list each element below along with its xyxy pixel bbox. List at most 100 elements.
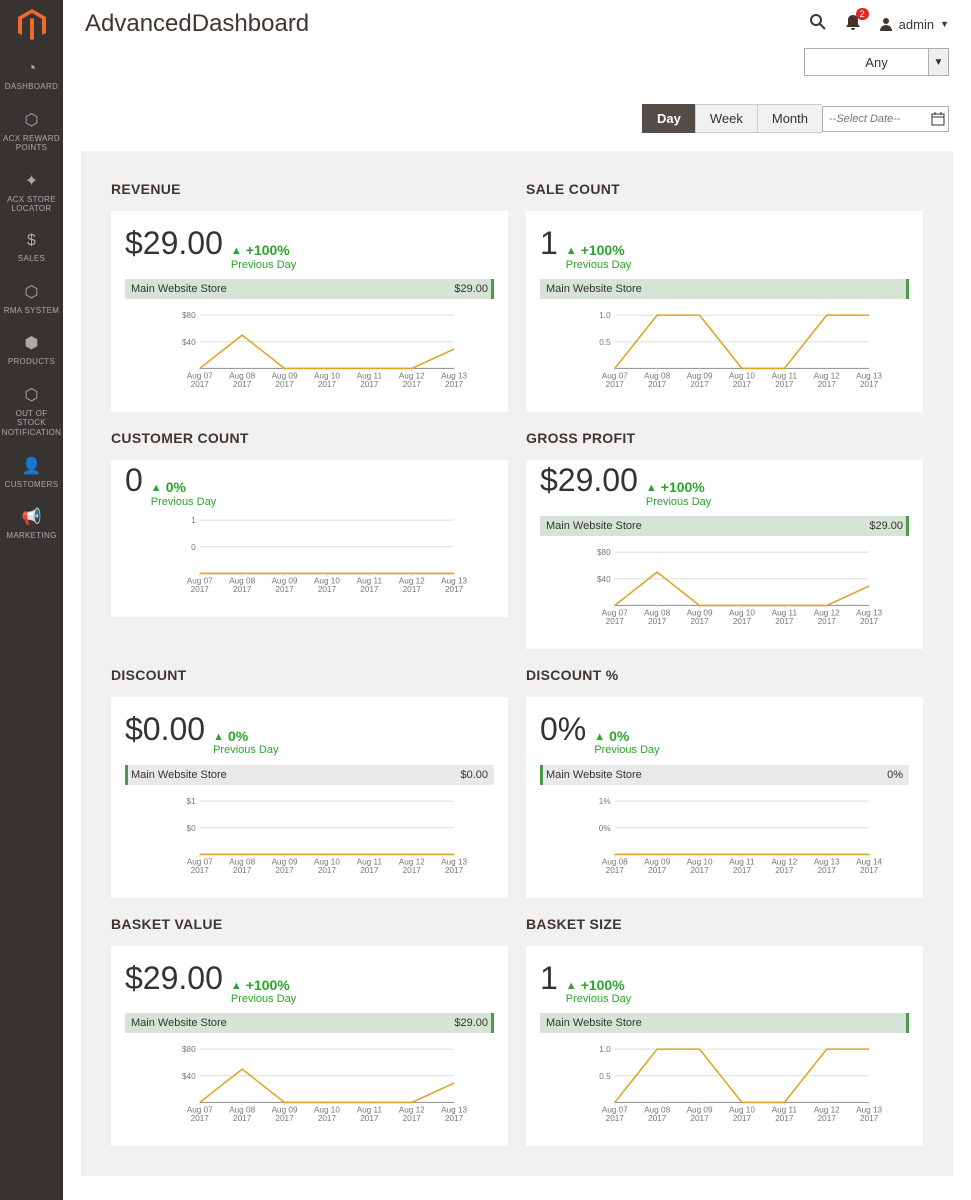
svg-text:2017: 2017 [233,380,252,389]
date-input[interactable] [823,109,928,129]
store-bar: Main Website Store [540,279,909,299]
trend: ▲ +100% Previous Day [646,480,711,507]
svg-text:0.5: 0.5 [599,1072,611,1081]
user-menu[interactable]: admin ▼ [879,17,949,32]
svg-text:2017: 2017 [648,380,667,389]
calendar-icon[interactable] [928,107,948,131]
nav-customers[interactable]: 👤CUSTOMERS [0,446,65,498]
caret-up-icon: ▲ [151,482,162,494]
svg-text:$80: $80 [597,548,611,557]
trend: ▲ 0% Previous Day [213,729,278,756]
svg-text:2017: 2017 [403,1114,422,1123]
store-label: Main Website Store [546,769,642,781]
svg-text:2017: 2017 [860,1114,879,1123]
svg-text:2017: 2017 [360,380,379,389]
svg-text:2017: 2017 [648,1114,667,1123]
trend: ▲ 0% Previous Day [594,729,659,756]
store-bar: Main Website Store $29.00 [125,1013,494,1033]
nav-products[interactable]: ⬢PRODUCTS [0,323,65,375]
search-icon[interactable] [809,13,827,36]
sidebar: ◔DASHBOARD⬡ACX REWARD POINTS ✦ ACX STORE L… [0,0,63,1200]
mini-chart: 0.51.0Aug 072017Aug 082017Aug 092017Aug … [540,1045,909,1128]
svg-text:2017: 2017 [690,380,709,389]
magento-logo[interactable] [0,0,63,50]
nav-marketing[interactable]: 📢MARKETING [0,497,65,549]
svg-text:2017: 2017 [403,865,422,874]
svg-text:2017: 2017 [233,1114,252,1123]
svg-text:2017: 2017 [818,865,837,874]
time-tab-month[interactable]: Month [757,104,822,133]
svg-text:2017: 2017 [690,865,709,874]
caret-up-icon: ▲ [646,482,657,494]
chevron-down-icon: ▼ [940,19,949,29]
trend: ▲ +100% Previous Day [231,978,296,1005]
time-tab-week[interactable]: Week [695,104,757,133]
svg-text:2017: 2017 [360,1114,379,1123]
trend: ▲ 0% Previous Day [151,480,216,507]
caret-up-icon: ▲ [231,980,242,992]
header: AdvancedDashboard 2 admin ▼ [63,0,971,48]
widget-title: REVENUE [111,181,508,197]
metric-value: 0 [125,462,143,499]
svg-text:2017: 2017 [860,617,879,626]
svg-text:1.0: 1.0 [599,311,611,320]
metric-value: $29.00 [125,960,223,997]
trend-sub: Previous Day [231,993,296,1005]
nav-icon: ◔ [27,60,37,78]
svg-text:2017: 2017 [733,380,752,389]
svg-text:2017: 2017 [403,585,422,594]
nav-label: ACX STORE LOCATOR [2,195,61,214]
nav-sales[interactable]: $SALES [0,222,65,272]
caret-up-icon: ▲ [566,980,577,992]
widget-title: BASKET SIZE [526,916,923,932]
store-value: $0.00 [460,769,488,781]
metric-value: $0.00 [125,711,205,748]
mini-chart: $0$1Aug 072017Aug 082017Aug 092017Aug 10… [125,797,494,880]
page-title: AdvancedDashboard [85,10,309,38]
nav-rma-system[interactable]: ⬡RMA SYSTEM [0,272,65,324]
svg-text:2017: 2017 [818,1114,837,1123]
nav-icon: 👤 [22,456,42,476]
nav-icon: ✦ [25,171,38,191]
store-bar: Main Website Store [540,1013,909,1033]
svg-text:2017: 2017 [690,1114,709,1123]
nav-acx-store-locator[interactable]: ✦ ACX STORE LOCATOR [0,161,65,222]
svg-text:$0: $0 [187,823,197,832]
metric-value: $29.00 [125,225,223,262]
svg-text:2017: 2017 [318,585,337,594]
widget-discount: DISCOUNT $0.00 ▲ 0% Previous Day Main We… [111,667,508,898]
metric-value: 1 [540,960,558,997]
metric-value: 0% [540,711,586,748]
nav-out-of-stock-notification[interactable]: ⬡OUT OF STOCK NOTIFICATION [0,375,65,446]
store-label: Main Website Store [131,1017,227,1029]
time-tab-day[interactable]: Day [642,104,695,133]
svg-text:2017: 2017 [690,617,709,626]
widget-title: GROSS PROFIT [526,430,923,446]
widget-title: DISCOUNT % [526,667,923,683]
svg-text:2017: 2017 [775,617,794,626]
svg-text:$40: $40 [597,575,611,584]
svg-text:$80: $80 [182,1046,196,1055]
svg-text:2017: 2017 [318,865,337,874]
widget-title: CUSTOMER COUNT [111,430,508,446]
svg-text:2017: 2017 [318,380,337,389]
svg-text:1.0: 1.0 [599,1046,611,1055]
caret-up-icon: ▲ [213,731,224,743]
nav-label: RMA SYSTEM [4,306,59,316]
svg-text:$1: $1 [187,797,197,806]
notification-bell[interactable]: 2 [845,14,861,35]
nav-label: MARKETING [6,531,56,541]
nav-dashboard[interactable]: ◔DASHBOARD [0,50,65,100]
svg-text:2017: 2017 [606,380,625,389]
widget-saleCount: SALE COUNT 1 ▲ +100% Previous Day Main W… [526,181,923,412]
mini-chart: 0.51.0Aug 072017Aug 082017Aug 092017Aug … [540,311,909,394]
nav-label: ACX REWARD POINTS [2,134,61,153]
store-scope-value: Any [865,55,887,70]
store-scope-select[interactable]: Any ▼ [804,48,949,76]
store-bar: Main Website Store $0.00 [125,765,494,785]
widget-customerCount: CUSTOMER COUNT 0 ▲ 0% Previous Day 01Aug… [111,430,508,649]
mini-chart: 01Aug 072017Aug 082017Aug 092017Aug 1020… [125,516,494,599]
store-bar: Main Website Store $29.00 [125,279,494,299]
nav-label: OUT OF STOCK NOTIFICATION [2,409,61,438]
nav-acx-reward-points[interactable]: ⬡ACX REWARD POINTS [0,100,65,161]
